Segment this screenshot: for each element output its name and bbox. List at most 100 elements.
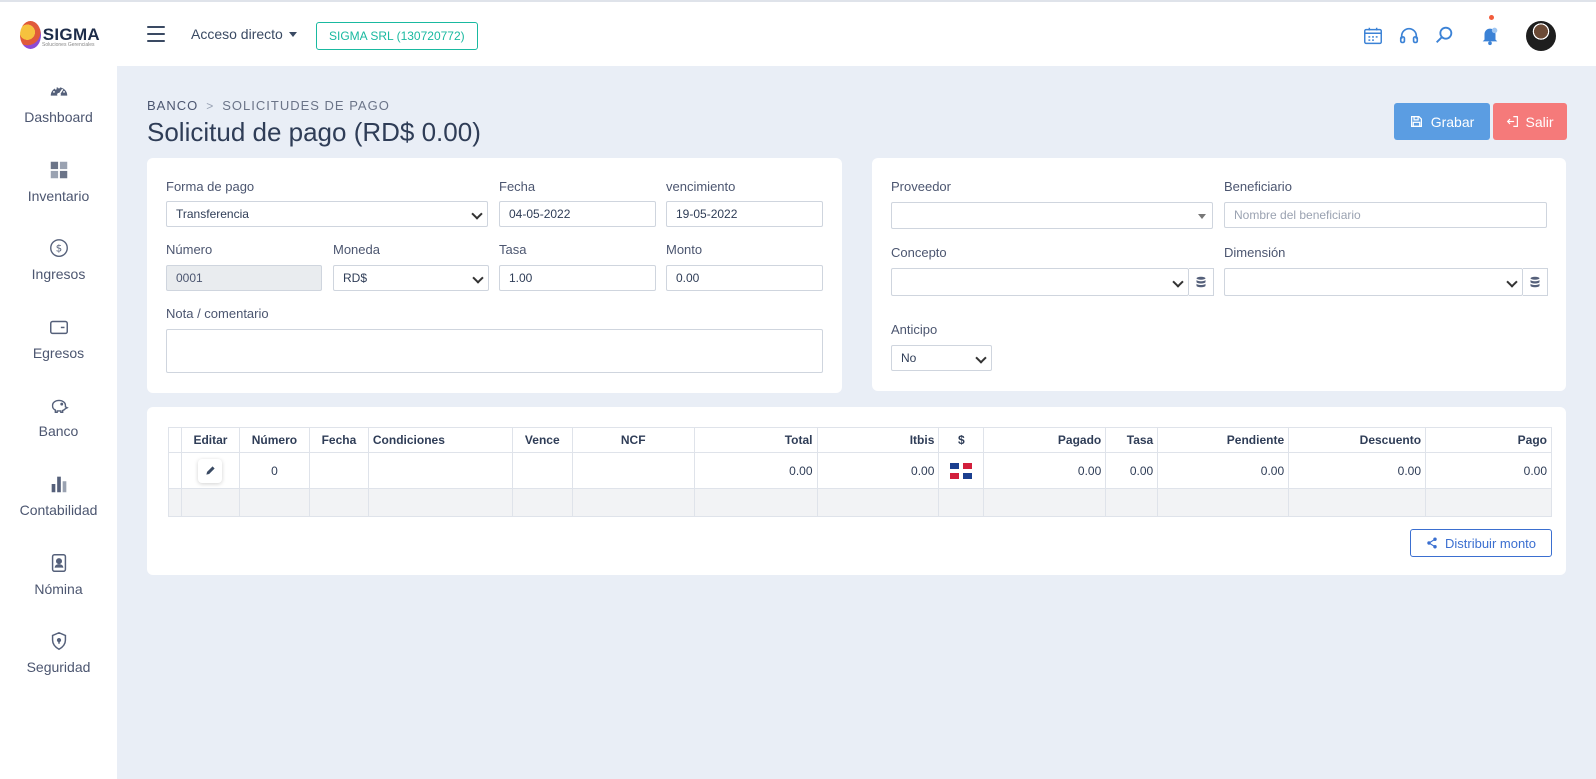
cell-fecha — [308, 452, 369, 489]
cell-currency — [938, 452, 985, 489]
vencimiento-input[interactable]: 19-05-2022 — [666, 201, 823, 227]
cell-tasa: 0.00 — [1105, 452, 1159, 489]
col-header-numero[interactable]: Número — [238, 427, 310, 453]
sidebar-label-contabilidad: Contabilidad — [19, 502, 98, 518]
anticipo-value: No — [901, 351, 917, 365]
breadcrumb-current: SOLICITUDES DE PAGO — [222, 98, 390, 113]
col-header-pendiente[interactable]: Pendiente — [1157, 427, 1290, 453]
col-header-descuento[interactable]: Descuento — [1288, 427, 1427, 453]
proveedor-select[interactable] — [891, 202, 1213, 229]
cell-pendiente: 0.00 — [1157, 452, 1290, 489]
fecha-label: Fecha — [499, 179, 536, 194]
col-header-ncf[interactable]: NCF — [571, 427, 695, 453]
vencimiento-label: vencimiento — [666, 179, 736, 194]
concepto-select[interactable] — [891, 268, 1189, 296]
col-header-vence[interactable]: Vence — [511, 427, 573, 453]
anticipo-label: Anticipo — [891, 322, 938, 337]
fecha-input[interactable]: 04-05-2022 — [499, 201, 656, 227]
svg-text:$: $ — [55, 244, 61, 255]
cell-editar — [180, 452, 240, 489]
menu-toggle-icon[interactable] — [147, 26, 165, 42]
id-badge-icon — [51, 554, 66, 572]
sidebar-item-nomina[interactable]: Nómina — [0, 552, 117, 622]
chevron-down-icon — [1508, 278, 1516, 286]
cell-select — [168, 452, 182, 489]
company-selector-button[interactable]: SIGMA SRL (130720772) — [316, 22, 478, 50]
dimension-database-button[interactable] — [1523, 268, 1548, 296]
search-icon[interactable] — [1433, 24, 1455, 46]
coin-icon: $ — [49, 239, 68, 257]
chevron-down-icon — [473, 210, 481, 218]
col-header-currency[interactable]: $ — [938, 427, 985, 453]
concepto-label: Concepto — [891, 245, 947, 260]
exit-label: Salir — [1525, 113, 1554, 130]
bell-icon[interactable] — [1479, 24, 1501, 46]
user-avatar[interactable] — [1526, 21, 1556, 51]
table-row: 0 0.00 0.00 0.00 0.00 0.00 0.00 0.00 — [168, 452, 1552, 489]
grid-icon — [50, 161, 67, 179]
col-header-pago[interactable]: Pago — [1425, 427, 1552, 453]
sidebar-item-dashboard[interactable]: Dashboard — [0, 80, 117, 150]
exit-button[interactable]: Salir — [1493, 103, 1567, 140]
database-icon — [1530, 276, 1540, 288]
anticipo-select[interactable]: No — [891, 345, 992, 371]
cell-vence — [511, 452, 573, 489]
monto-label: Monto — [666, 242, 703, 257]
save-label: Grabar — [1430, 113, 1475, 130]
sidebar-item-egresos[interactable]: Egresos — [0, 316, 117, 386]
col-header-editar[interactable]: Editar — [180, 427, 240, 453]
gauge-icon — [50, 86, 67, 97]
sidebar-label-ingresos: Ingresos — [31, 266, 86, 282]
logo[interactable]: SIGMA Soluciones Gerenciales — [20, 19, 100, 51]
acceso-directo-dropdown[interactable]: Acceso directo — [191, 26, 297, 42]
sidebar-item-banco[interactable]: Banco — [0, 394, 117, 464]
breadcrumb: BANCO > SOLICITUDES DE PAGO — [147, 98, 390, 113]
piggy-bank-icon — [51, 399, 69, 414]
caret-down-icon — [288, 31, 297, 37]
sidebar-item-inventario[interactable]: Inventario — [0, 159, 117, 229]
moneda-select[interactable]: RD$ — [333, 265, 489, 291]
col-header-tasa[interactable]: Tasa — [1105, 427, 1159, 453]
col-header-condiciones[interactable]: Condiciones — [367, 427, 513, 453]
monto-input[interactable]: 0.00 — [666, 265, 823, 291]
calendar-icon[interactable] — [1362, 25, 1384, 47]
bar-chart-icon — [51, 476, 66, 493]
nota-textarea[interactable] — [166, 329, 823, 373]
sidebar-item-contabilidad[interactable]: Contabilidad — [0, 473, 117, 543]
numero-input: 0001 — [166, 265, 322, 291]
sidebar-label-nomina: Nómina — [34, 581, 83, 597]
beneficiario-input[interactable]: Nombre del beneficiario — [1224, 202, 1547, 228]
cell-itbis: 0.00 — [816, 452, 940, 489]
notification-dot — [1489, 15, 1494, 20]
nota-label: Nota / comentario — [166, 306, 269, 321]
cell-pago[interactable]: 0.00 — [1425, 452, 1552, 489]
database-icon — [1196, 276, 1206, 288]
cell-pagado: 0.00 — [983, 452, 1107, 489]
shield-icon — [51, 631, 66, 651]
save-button[interactable]: Grabar — [1394, 103, 1490, 140]
concepto-database-button[interactable] — [1189, 268, 1214, 296]
col-header-itbis[interactable]: Itbis — [816, 427, 940, 453]
logo-subtext: Soluciones Gerenciales — [42, 42, 95, 48]
col-header-pagado[interactable]: Pagado — [983, 427, 1107, 453]
tasa-input[interactable]: 1.00 — [499, 265, 656, 291]
support-headset-icon[interactable] — [1398, 25, 1420, 47]
col-header-total[interactable]: Total — [693, 427, 818, 453]
edit-row-button[interactable] — [198, 458, 223, 483]
numero-label: Número — [166, 242, 213, 257]
chevron-down-icon — [1174, 278, 1182, 286]
distribute-amount-button[interactable]: Distribuir monto — [1410, 529, 1552, 557]
chevron-down-icon — [474, 274, 482, 282]
moneda-value: RD$ — [343, 271, 368, 285]
dimension-label: Dimensión — [1224, 245, 1286, 260]
sidebar-label-seguridad: Seguridad — [26, 659, 91, 675]
forma-pago-select[interactable]: Transferencia — [166, 201, 488, 227]
breadcrumb-root[interactable]: BANCO — [147, 98, 198, 113]
chevron-right-icon: > — [206, 98, 215, 113]
dimension-select[interactable] — [1224, 268, 1523, 296]
sidebar-item-seguridad[interactable]: Seguridad — [0, 630, 117, 700]
sidebar-item-ingresos[interactable]: $ Ingresos — [0, 237, 117, 307]
sidebar-label-banco: Banco — [38, 423, 79, 439]
page-title: Solicitud de pago (RD$ 0.00) — [147, 117, 481, 147]
col-header-fecha[interactable]: Fecha — [308, 427, 369, 453]
